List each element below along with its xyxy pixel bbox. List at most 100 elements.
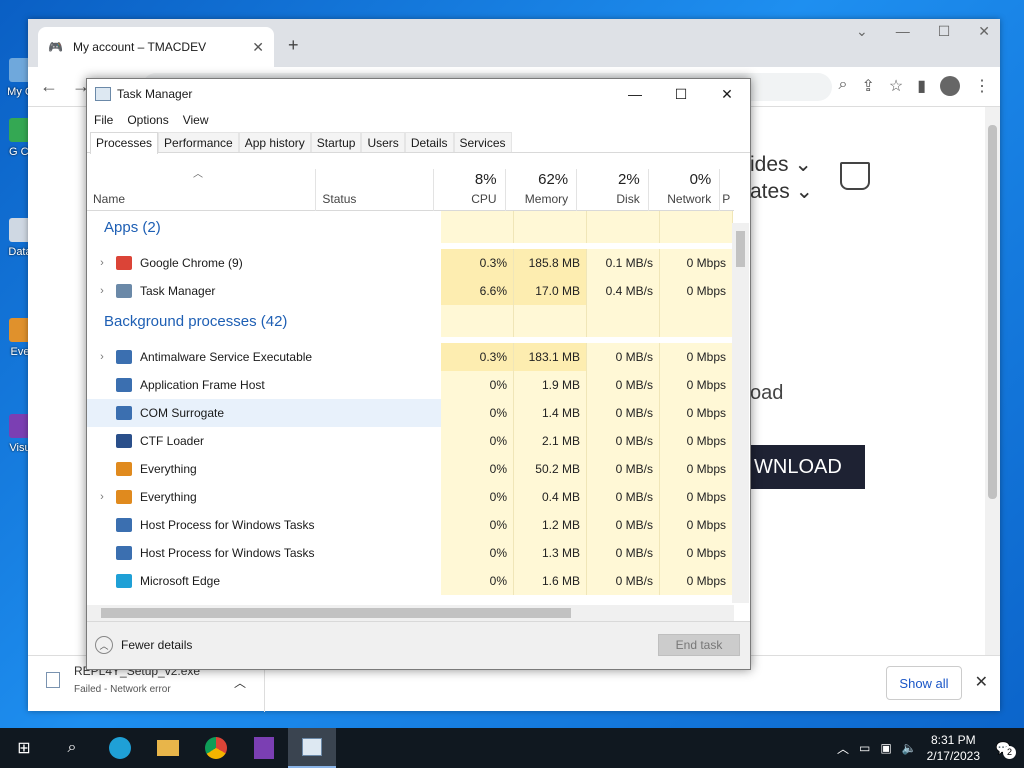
process-name: Application Frame Host (140, 378, 265, 392)
group-header[interactable]: Apps (2) (87, 211, 734, 249)
windows-start-icon[interactable]: ⊞ (0, 728, 48, 768)
table-row[interactable]: CTF Loader 0% 2.1 MB 0 MB/s 0 Mbps (87, 427, 734, 455)
edge-icon[interactable] (96, 728, 144, 768)
close-downloads-icon[interactable]: ✕ (975, 672, 988, 692)
tab-startup[interactable]: Startup (310, 132, 362, 152)
chrome-window-controls: ⌄ — ☐ ✕ (856, 23, 990, 40)
browser-tab[interactable]: 🎮 My account – TMACDEV ✕ (38, 27, 274, 67)
close-tab-icon[interactable]: ✕ (252, 39, 264, 56)
nav-guides[interactable]: ides ⌄ (750, 152, 812, 177)
new-tab-icon[interactable]: + (288, 35, 299, 56)
process-icon (116, 546, 132, 560)
chevron-right-icon[interactable]: › (94, 351, 110, 363)
tablet-icon[interactable]: ▭ (859, 741, 870, 755)
network-value: 0 Mbps (660, 399, 733, 427)
disk-value: 0.1 MB/s (587, 249, 660, 277)
chevron-right-icon[interactable]: › (94, 491, 110, 503)
tab-details[interactable]: Details (404, 132, 454, 152)
close-icon[interactable]: ✕ (978, 23, 990, 40)
process-status (321, 343, 441, 371)
menu-options[interactable]: Options (127, 113, 168, 127)
end-task-button[interactable]: End task (658, 634, 740, 656)
horizontal-scrollbar[interactable] (87, 605, 734, 621)
sort-up-icon: ︿ (193, 169, 203, 180)
clock[interactable]: 8:31 PM 2/17/2023 (927, 732, 980, 764)
cart-icon[interactable] (840, 162, 870, 190)
minimize-icon[interactable]: — (612, 79, 658, 109)
back-icon[interactable]: ← (40, 76, 58, 97)
tab-users[interactable]: Users (361, 132, 405, 152)
file-explorer-icon[interactable] (144, 728, 192, 768)
network-value: 0 Mbps (660, 567, 733, 595)
disk-value: 0 MB/s (587, 427, 660, 455)
process-icon (116, 350, 132, 364)
table-row[interactable]: › Google Chrome (9) 0.3% 185.8 MB 0.1 MB/s 0 … (87, 249, 734, 277)
vertical-scrollbar[interactable] (732, 223, 749, 603)
tab-services[interactable]: Services (453, 132, 512, 152)
col-memory[interactable]: 62% Memory (506, 169, 578, 211)
notification-icon[interactable]: 💬 2 (990, 741, 1016, 759)
table-row[interactable]: Host Process for Windows Tasks 0% 1.3 MB 0 … (87, 539, 734, 567)
menu-view[interactable]: View (183, 113, 209, 127)
chevron-down-icon[interactable]: ⌄ (856, 23, 868, 40)
network-icon[interactable]: ▣ (880, 741, 891, 755)
table-row[interactable]: › Antimalware Service Executable 0.3% 183.1… (87, 343, 734, 371)
col-disk[interactable]: 2% Disk (577, 169, 649, 211)
maximize-icon[interactable]: ☐ (658, 79, 704, 109)
chevron-right-icon[interactable]: › (94, 285, 110, 297)
disk-value: 0 MB/s (587, 483, 660, 511)
taskmanager-taskbar-icon[interactable] (288, 728, 336, 768)
process-name: CTF Loader (140, 434, 205, 448)
table-row[interactable]: › Task Manager 6.6% 17.0 MB 0.4 MB/s 0 Mbps (87, 277, 734, 305)
table-row[interactable]: › Everything 0% 0.4 MB 0 MB/s 0 Mbps (87, 483, 734, 511)
col-power[interactable]: P (720, 169, 734, 211)
table-row[interactable]: Application Frame Host 0% 1.9 MB 0 MB/s 0 Mb… (87, 371, 734, 399)
close-icon[interactable]: ✕ (704, 79, 750, 109)
col-cpu[interactable]: 8% CPU (434, 169, 506, 211)
cpu-value: 0% (441, 399, 514, 427)
memory-value: 1.9 MB (514, 371, 587, 399)
group-header[interactable]: Background processes (42) (87, 305, 734, 343)
col-status[interactable]: Status (316, 169, 435, 211)
col-network[interactable]: 0% Network (649, 169, 721, 211)
tab-title: My account – TMACDEV (72, 40, 207, 54)
download-button[interactable]: WNLOAD (750, 445, 865, 489)
chrome-icon[interactable] (192, 728, 240, 768)
volume-icon[interactable]: 🔈 (902, 741, 917, 755)
everything-icon (116, 490, 132, 504)
tab-performance[interactable]: Performance (158, 132, 239, 152)
memory-value: 17.0 MB (514, 277, 587, 305)
tab-app-history[interactable]: App history (238, 132, 311, 152)
memory-value: 1.4 MB (514, 399, 587, 427)
visual-studio-icon[interactable] (240, 728, 288, 768)
chevron-right-icon[interactable]: › (94, 257, 110, 269)
table-row[interactable]: Microsoft Edge 0% 1.6 MB 0 MB/s 0 Mbps (87, 567, 734, 595)
disk-value: 0 MB/s (587, 511, 660, 539)
maximize-icon[interactable]: ☐ (938, 23, 951, 40)
cpu-value: 0.3% (441, 249, 514, 277)
table-row[interactable]: Everything 0% 50.2 MB 0 MB/s 0 Mbps (87, 455, 734, 483)
show-all-button[interactable]: Show all (886, 666, 962, 700)
process-rows: Apps (2) › Google Chrome (9) 0.3% 185.8 MB 0.… (87, 211, 734, 595)
cpu-value: 0% (441, 371, 514, 399)
process-icon (116, 406, 132, 420)
table-row[interactable]: COM Surrogate 0% 1.4 MB 0 MB/s 0 Mbps (87, 399, 734, 427)
minimize-icon[interactable]: — (896, 23, 910, 40)
menu-file[interactable]: File (94, 113, 113, 127)
table-row[interactable]: Host Process for Windows Tasks 0% 1.2 MB 0 … (87, 511, 734, 539)
network-value: 0 Mbps (660, 343, 733, 371)
ctf-icon (116, 434, 132, 448)
nav-updates[interactable]: ates ⌄ (750, 179, 813, 204)
search-icon[interactable]: ⌕ (48, 728, 96, 768)
chevron-up-icon[interactable]: ︿ (837, 740, 849, 757)
download-status: Failed - Network error (74, 684, 171, 695)
tab-processes[interactable]: Processes (90, 132, 159, 154)
network-value: 0 Mbps (660, 427, 733, 455)
edge-icon (116, 574, 132, 588)
fewer-details-button[interactable]: ︿ Fewer details (95, 636, 192, 654)
disk-value: 0 MB/s (587, 539, 660, 567)
col-name[interactable]: ︿ Name (87, 169, 317, 211)
process-status (321, 567, 441, 595)
tab-strip: Processes Performance App history Startup Us… (87, 131, 750, 154)
process-status (321, 455, 441, 483)
